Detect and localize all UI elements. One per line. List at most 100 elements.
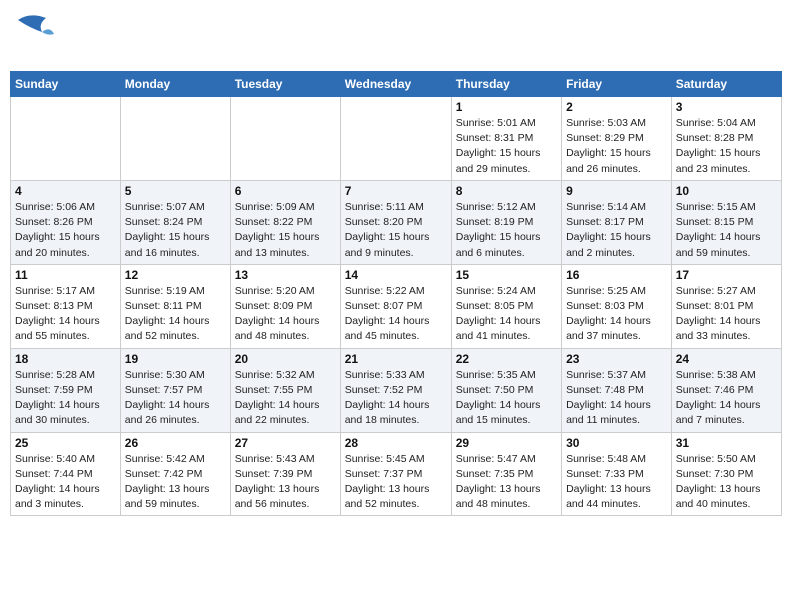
day-number: 26 [125,436,226,450]
calendar-week-row: 1 Sunrise: 5:01 AMSunset: 8:31 PMDaylight… [11,97,782,181]
weekday-header-friday: Friday [562,72,672,97]
calendar-week-row: 25Sunrise: 5:40 AMSunset: 7:44 PMDayligh… [11,432,782,516]
calendar-day-11: 11 Sunrise: 5:17 AMSunset: 8:13 PMDayligh… [11,264,121,348]
day-number: 13 [235,268,336,282]
header [10,10,782,63]
calendar-empty-cell [340,97,451,181]
calendar-day-2: 2 Sunrise: 5:03 AMSunset: 8:29 PMDaylight… [562,97,672,181]
day-number: 6 [235,184,336,198]
day-info: Sunrise: 5:17 AMSunset: 8:13 PMDaylight:… [15,284,116,345]
day-info: Sunrise: 5:42 AMSunset: 7:42 PMDaylight:… [125,452,226,513]
day-info: Sunrise: 5:27 AMSunset: 8:01 PMDaylight:… [676,284,777,345]
day-number: 30 [566,436,667,450]
weekday-header-monday: Monday [120,72,230,97]
day-info: Sunrise: 5:47 AMSunset: 7:35 PMDaylight:… [456,452,557,513]
day-number: 7 [345,184,447,198]
day-info: Sunrise: 5:28 AMSunset: 7:59 PMDaylight:… [15,368,116,429]
calendar-empty-cell [230,97,340,181]
day-info: Sunrise: 5:12 AMSunset: 8:19 PMDaylight:… [456,200,557,261]
calendar-week-row: 4Sunrise: 5:06 AMSunset: 8:26 PMDaylight… [11,180,782,264]
day-number: 14 [345,268,447,282]
day-number: 1 [456,100,557,114]
day-info: Sunrise: 5:09 AMSunset: 8:22 PMDaylight:… [235,200,336,261]
logo [10,10,60,63]
day-info: Sunrise: 5:22 AMSunset: 8:07 PMDaylight:… [345,284,447,345]
day-number: 9 [566,184,667,198]
day-number: 11 [15,268,116,282]
calendar-day-26: 26 Sunrise: 5:42 AMSunset: 7:42 PMDayligh… [120,432,230,516]
weekday-header-thursday: Thursday [451,72,561,97]
day-info: Sunrise: 5:48 AMSunset: 7:33 PMDaylight:… [566,452,667,513]
calendar-day-4: 4Sunrise: 5:06 AMSunset: 8:26 PMDaylight… [11,180,121,264]
calendar-day-21: 21Sunrise: 5:33 AMSunset: 7:52 PMDayligh… [340,348,451,432]
day-number: 4 [15,184,116,198]
day-number: 10 [676,184,777,198]
weekday-header-wednesday: Wednesday [340,72,451,97]
day-info: Sunrise: 5:19 AMSunset: 8:11 PMDaylight:… [125,284,226,345]
calendar-day-5: 5Sunrise: 5:07 AMSunset: 8:24 PMDaylight… [120,180,230,264]
calendar-day-15: 15 Sunrise: 5:24 AMSunset: 8:05 PMDayligh… [451,264,561,348]
calendar-day-19: 19 Sunrise: 5:30 AMSunset: 7:57 PMDayligh… [120,348,230,432]
calendar-day-14: 14 Sunrise: 5:22 AMSunset: 8:07 PMDayligh… [340,264,451,348]
calendar-day-8: 8 Sunrise: 5:12 AMSunset: 8:19 PMDaylight… [451,180,561,264]
day-number: 24 [676,352,777,366]
weekday-header-tuesday: Tuesday [230,72,340,97]
calendar-day-13: 13 Sunrise: 5:20 AMSunset: 8:09 PMDayligh… [230,264,340,348]
calendar-day-1: 1 Sunrise: 5:01 AMSunset: 8:31 PMDaylight… [451,97,561,181]
calendar-day-30: 30 Sunrise: 5:48 AMSunset: 7:33 PMDayligh… [562,432,672,516]
day-number: 28 [345,436,447,450]
weekday-header-saturday: Saturday [671,72,781,97]
calendar-empty-cell [120,97,230,181]
weekday-header-sunday: Sunday [11,72,121,97]
calendar-day-16: 16 Sunrise: 5:25 AMSunset: 8:03 PMDayligh… [562,264,672,348]
day-info: Sunrise: 5:40 AMSunset: 7:44 PMDaylight:… [15,452,116,513]
calendar-day-3: 3Sunrise: 5:04 AMSunset: 8:28 PMDaylight… [671,97,781,181]
day-number: 19 [125,352,226,366]
calendar-day-9: 9 Sunrise: 5:14 AMSunset: 8:17 PMDaylight… [562,180,672,264]
day-info: Sunrise: 5:03 AMSunset: 8:29 PMDaylight:… [566,116,667,177]
calendar-day-25: 25Sunrise: 5:40 AMSunset: 7:44 PMDayligh… [11,432,121,516]
day-info: Sunrise: 5:35 AMSunset: 7:50 PMDaylight:… [456,368,557,429]
calendar-empty-cell [11,97,121,181]
day-number: 16 [566,268,667,282]
day-number: 21 [345,352,447,366]
day-number: 5 [125,184,226,198]
day-info: Sunrise: 5:37 AMSunset: 7:48 PMDaylight:… [566,368,667,429]
calendar-day-20: 20Sunrise: 5:32 AMSunset: 7:55 PMDayligh… [230,348,340,432]
calendar-day-10: 10 Sunrise: 5:15 AMSunset: 8:15 PMDayligh… [671,180,781,264]
day-number: 23 [566,352,667,366]
day-number: 12 [125,268,226,282]
day-info: Sunrise: 5:43 AMSunset: 7:39 PMDaylight:… [235,452,336,513]
day-info: Sunrise: 5:32 AMSunset: 7:55 PMDaylight:… [235,368,336,429]
calendar-day-31: 31 Sunrise: 5:50 AMSunset: 7:30 PMDayligh… [671,432,781,516]
day-number: 17 [676,268,777,282]
day-number: 2 [566,100,667,114]
day-info: Sunrise: 5:04 AMSunset: 8:28 PMDaylight:… [676,116,777,177]
day-info: Sunrise: 5:45 AMSunset: 7:37 PMDaylight:… [345,452,447,513]
day-info: Sunrise: 5:01 AMSunset: 8:31 PMDaylight:… [456,116,557,177]
day-info: Sunrise: 5:20 AMSunset: 8:09 PMDaylight:… [235,284,336,345]
calendar-table: SundayMondayTuesdayWednesdayThursdayFrid… [10,71,782,516]
day-number: 8 [456,184,557,198]
calendar-day-27: 27Sunrise: 5:43 AMSunset: 7:39 PMDayligh… [230,432,340,516]
day-info: Sunrise: 5:24 AMSunset: 8:05 PMDaylight:… [456,284,557,345]
day-info: Sunrise: 5:30 AMSunset: 7:57 PMDaylight:… [125,368,226,429]
calendar-day-7: 7Sunrise: 5:11 AMSunset: 8:20 PMDaylight… [340,180,451,264]
day-number: 22 [456,352,557,366]
calendar-day-24: 24Sunrise: 5:38 AMSunset: 7:46 PMDayligh… [671,348,781,432]
calendar-day-12: 12 Sunrise: 5:19 AMSunset: 8:11 PMDayligh… [120,264,230,348]
day-info: Sunrise: 5:14 AMSunset: 8:17 PMDaylight:… [566,200,667,261]
day-number: 31 [676,436,777,450]
day-info: Sunrise: 5:15 AMSunset: 8:15 PMDaylight:… [676,200,777,261]
calendar-day-23: 23 Sunrise: 5:37 AMSunset: 7:48 PMDayligh… [562,348,672,432]
calendar-day-28: 28 Sunrise: 5:45 AMSunset: 7:37 PMDayligh… [340,432,451,516]
day-number: 15 [456,268,557,282]
day-number: 18 [15,352,116,366]
calendar-day-6: 6 Sunrise: 5:09 AMSunset: 8:22 PMDaylight… [230,180,340,264]
calendar-week-row: 18 Sunrise: 5:28 AMSunset: 7:59 PMDayligh… [11,348,782,432]
day-info: Sunrise: 5:25 AMSunset: 8:03 PMDaylight:… [566,284,667,345]
logo-icon [10,10,58,58]
calendar-day-18: 18 Sunrise: 5:28 AMSunset: 7:59 PMDayligh… [11,348,121,432]
day-info: Sunrise: 5:50 AMSunset: 7:30 PMDaylight:… [676,452,777,513]
calendar-header-row: SundayMondayTuesdayWednesdayThursdayFrid… [11,72,782,97]
